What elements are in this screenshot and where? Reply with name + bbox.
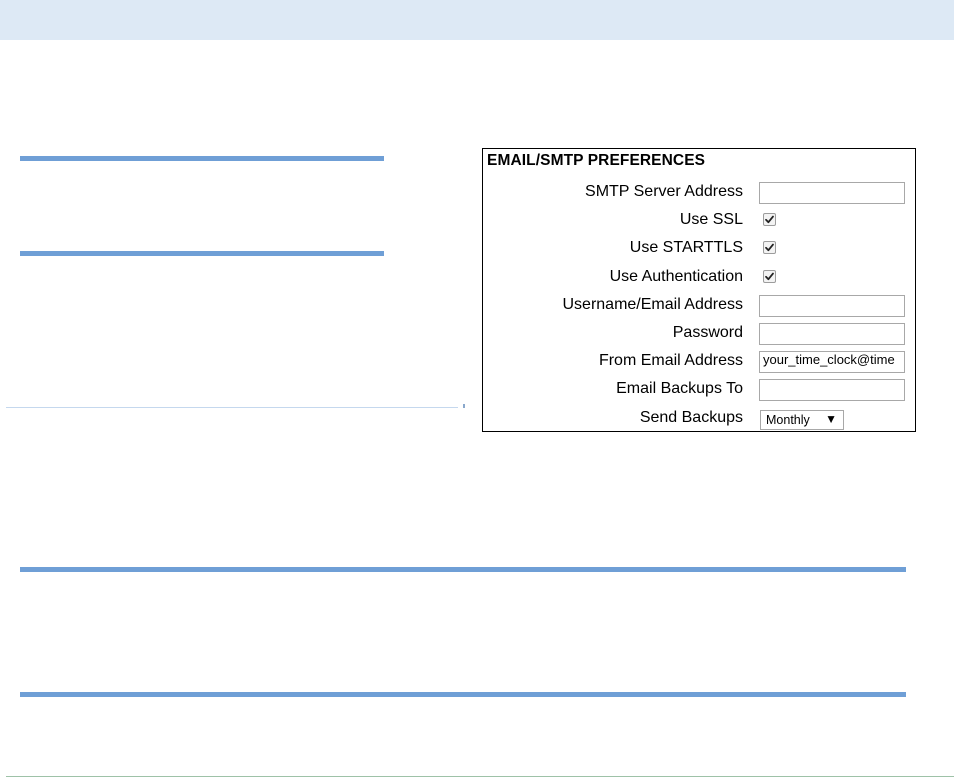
email-smtp-preferences-panel: EMAIL/SMTP PREFERENCES SMTP Server Addre… [482, 148, 916, 432]
section-divider-left-2 [20, 251, 384, 256]
form-row-smtp-server-address: SMTP Server Address [483, 178, 915, 206]
form-row-send-backups: Send Backups Monthly ▼ [483, 404, 915, 432]
use-ssl-label: Use SSL [679, 211, 743, 229]
username-email-address-input[interactable] [759, 294, 905, 317]
section-divider-wide-1 [20, 567, 906, 572]
check-icon [765, 244, 774, 252]
password-input[interactable] [759, 323, 905, 345]
section-divider-left-1 [20, 156, 384, 161]
use-starttls-label: Use STARTTLS [629, 239, 743, 257]
use-ssl-checkbox[interactable] [763, 213, 776, 227]
divider-end-mark [463, 404, 465, 408]
email-backups-to-label: Email Backups To [616, 380, 743, 398]
password-label: Password [672, 324, 743, 341]
thin-divider-left [6, 407, 458, 408]
top-banner [0, 0, 954, 40]
form-row-username-email-address: Username/Email Address [483, 291, 915, 319]
form-row-use-starttls: Use STARTTLS [483, 234, 915, 262]
send-backups-label: Send Backups [639, 408, 743, 426]
smtp-server-address-label: SMTP Server Address [585, 183, 743, 200]
panel-title: EMAIL/SMTP PREFERENCES [487, 152, 706, 169]
thin-divider-bottom [6, 776, 954, 777]
send-backups-select[interactable]: Monthly ▼ [760, 409, 844, 430]
triangle-down-icon: ▼ [825, 411, 837, 426]
check-icon [765, 272, 774, 280]
from-email-address-label: From Email Address [598, 352, 743, 370]
use-authentication-label: Use Authentication [609, 267, 743, 285]
username-email-address-label: Username/Email Address [562, 295, 743, 313]
form-row-use-ssl: Use SSL [483, 206, 915, 234]
use-authentication-checkbox[interactable] [763, 269, 776, 283]
from-email-address-input[interactable]: your_time_clock@time [759, 351, 905, 374]
email-backups-to-input[interactable] [759, 379, 905, 402]
section-divider-wide-2 [20, 692, 906, 697]
use-starttls-checkbox[interactable] [763, 241, 776, 255]
form-row-password: Password [483, 319, 915, 347]
check-icon [765, 215, 774, 224]
selected-value: Monthly [766, 412, 810, 427]
form-row-from-email-address: From Email Address your_time_clock@time [483, 347, 915, 375]
form-row-email-backups-to: Email Backups To [483, 375, 915, 403]
smtp-server-address-input[interactable] [759, 182, 905, 204]
form-row-use-authentication: Use Authentication [483, 263, 915, 291]
